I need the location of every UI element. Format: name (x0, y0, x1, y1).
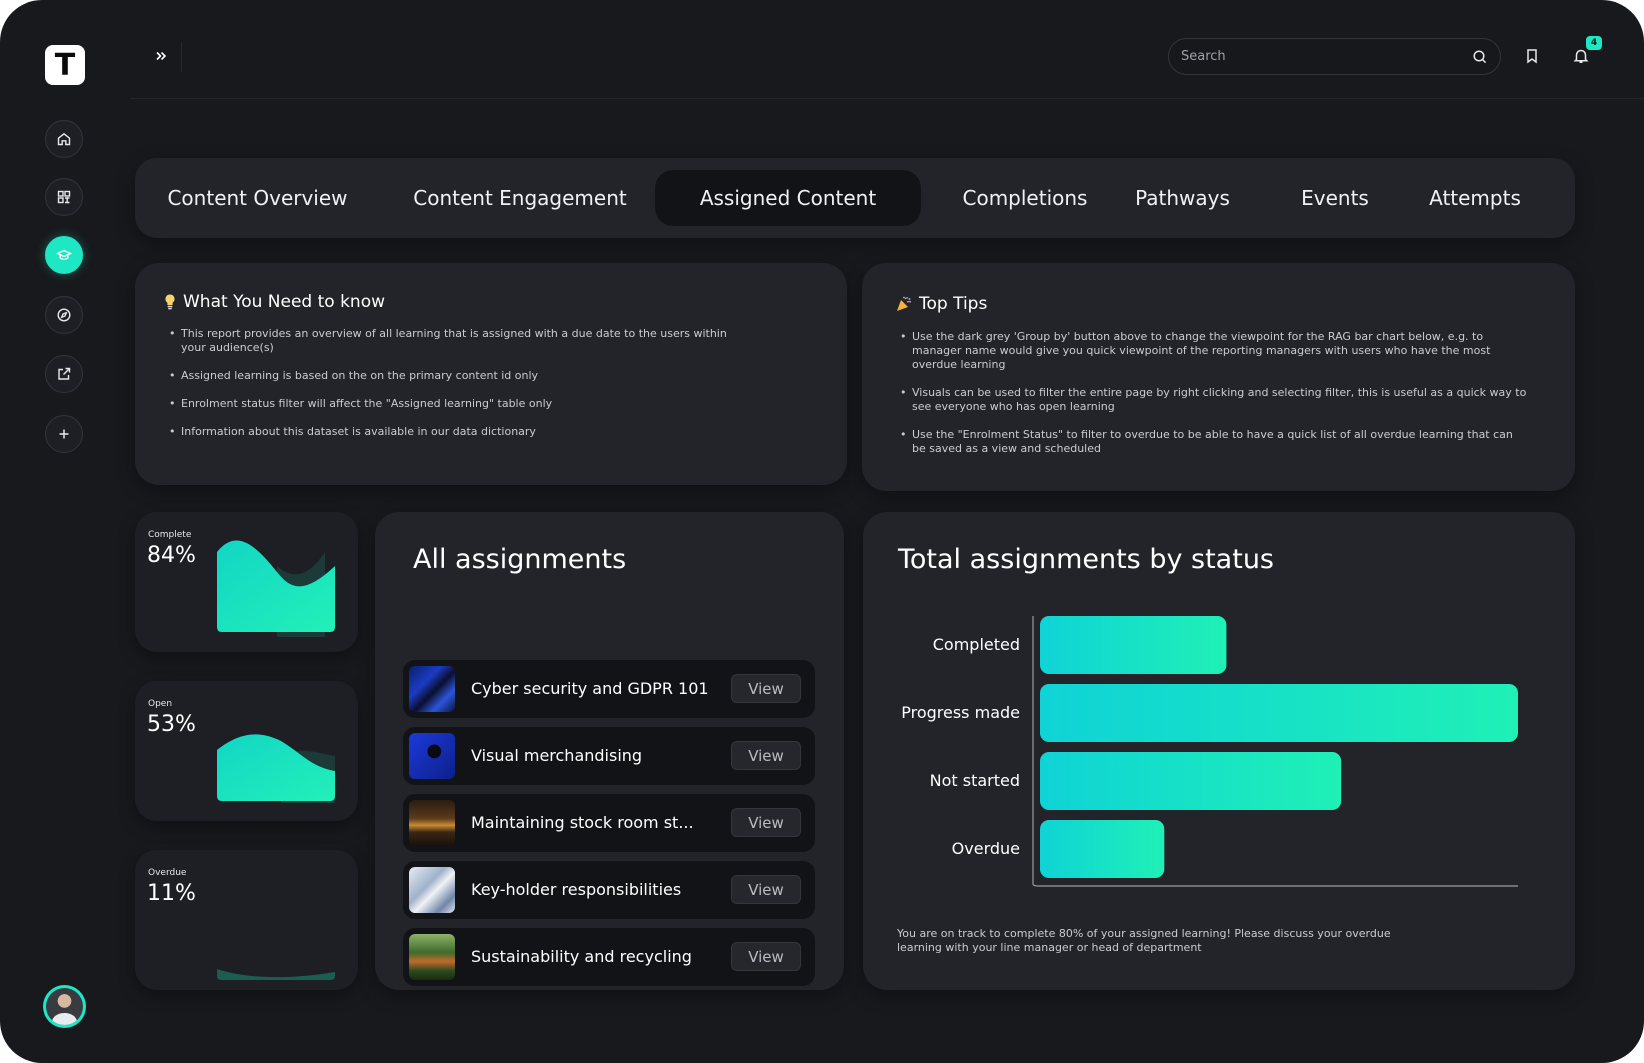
status-footnote: You are on track to complete 80% of your… (897, 927, 1391, 954)
list-item: Visuals can be used to filter the entire… (900, 386, 1530, 414)
bar-completed[interactable] (1040, 616, 1227, 674)
search-bar[interactable] (1168, 38, 1501, 75)
tab-content-overview[interactable]: Content Overview (160, 170, 355, 226)
sidebar-item-add[interactable] (45, 415, 83, 453)
sidebar-item-explore[interactable] (45, 296, 83, 334)
user-avatar[interactable] (43, 985, 86, 1028)
stat-card-overdue[interactable]: Overdue 11% (135, 850, 358, 990)
top-tips-title: Top Tips (919, 294, 988, 314)
topbar-divider (181, 42, 182, 72)
complete-sparkline (217, 540, 335, 637)
assignment-row[interactable]: Sustainability and recycling View (403, 928, 815, 986)
tab-content-engagement[interactable]: Content Engagement (405, 170, 635, 226)
stat-label: Complete (148, 530, 192, 540)
stat-card-open[interactable]: Open 53% (135, 681, 358, 821)
header-divider (130, 98, 1644, 99)
need-to-know-list: This report provides an overview of all … (169, 327, 739, 453)
sidebar: T (0, 0, 130, 1063)
open-sparkline (217, 734, 335, 803)
thumbnail-cyber-security (409, 666, 455, 712)
status-chart-title: Total assignments by status (898, 544, 1274, 575)
assignment-name: Maintaining stock room st... (471, 813, 694, 832)
search-icon[interactable] (1472, 49, 1488, 65)
assignment-row[interactable]: Visual merchandising View (403, 727, 815, 785)
search-input[interactable] (1181, 49, 1472, 64)
graduation-cap-icon (56, 249, 72, 261)
status-bar-chart (1032, 616, 1518, 887)
list-item: This report provides an overview of all … (169, 327, 739, 355)
assignment-name: Sustainability and recycling (471, 947, 692, 966)
stat-value: 84% (147, 543, 196, 568)
overdue-sparkline (217, 969, 335, 980)
bar-label: Not started (929, 771, 1020, 790)
compass-icon (57, 308, 71, 322)
app-logo[interactable]: T (45, 45, 85, 85)
avatar-photo (46, 988, 83, 1025)
view-button[interactable]: View (731, 674, 801, 703)
top-tips-card: Top Tips Use the dark grey 'Group by' bu… (862, 263, 1575, 491)
bell-icon[interactable] (1572, 47, 1590, 65)
home-icon (57, 132, 71, 146)
tab-bar: Content Overview Content Engagement Assi… (135, 158, 1575, 238)
top-tips-list: Use the dark grey 'Group by' button abov… (900, 330, 1530, 470)
bar-progress-made[interactable] (1040, 684, 1518, 742)
list-item: Use the dark grey 'Group by' button abov… (900, 330, 1530, 372)
bar-not-started[interactable] (1040, 752, 1342, 810)
thumbnail-sustainability (409, 934, 455, 980)
view-button[interactable]: View (731, 875, 801, 904)
assignment-row[interactable]: Cyber security and GDPR 101 View (403, 660, 815, 718)
tab-events[interactable]: Events (1290, 170, 1380, 226)
bookmark-icon[interactable] (1523, 47, 1541, 65)
bar-label: Completed (932, 635, 1020, 654)
stat-value: 11% (147, 881, 196, 906)
external-link-icon (58, 367, 71, 380)
view-button[interactable]: View (731, 808, 801, 837)
assignment-name: Key-holder responsibilities (471, 880, 682, 899)
list-item: Assigned learning is based on the on the… (169, 369, 739, 383)
sidebar-item-home[interactable] (45, 120, 83, 158)
list-item: Use the "Enrolment Status" to filter to … (900, 428, 1530, 456)
tab-pathways[interactable]: Pathways (1125, 170, 1240, 226)
top-tips-heading: Top Tips (895, 294, 987, 314)
stat-label: Open (148, 699, 173, 709)
view-button[interactable]: View (731, 741, 801, 770)
need-to-know-heading: What You Need to know (163, 292, 385, 312)
bar-label: Overdue (951, 839, 1020, 858)
tab-completions[interactable]: Completions (950, 170, 1100, 226)
bar-label: Progress made (901, 703, 1020, 722)
assignment-name: Cyber security and GDPR 101 (471, 679, 709, 698)
tab-assigned-content[interactable]: Assigned Content (655, 170, 921, 226)
tab-attempts[interactable]: Attempts (1410, 170, 1540, 226)
bar-overdue[interactable] (1040, 820, 1165, 878)
list-item: Information about this dataset is availa… (169, 425, 739, 439)
stat-label: Overdue (148, 868, 187, 878)
logo-letter: T (54, 47, 76, 83)
party-popper-icon (897, 296, 912, 311)
dashboard-icon (57, 190, 71, 204)
thumbnail-stock-room (409, 800, 455, 846)
thumbnail-key-holder (409, 867, 455, 913)
list-item: Enrolment status filter will affect the … (169, 397, 739, 411)
lightbulb-icon (165, 294, 175, 310)
need-to-know-title: What You Need to know (183, 292, 385, 312)
app-frame: T 4 (0, 0, 1644, 1063)
notification-badge: 4 (1586, 36, 1602, 50)
assignment-row[interactable]: Key-holder responsibilities View (403, 861, 815, 919)
stat-card-complete[interactable]: Complete 84% (135, 512, 358, 652)
sidebar-item-dashboard[interactable] (45, 178, 83, 216)
plus-icon (59, 429, 69, 439)
chevrons-right-icon (156, 51, 167, 61)
view-button[interactable]: View (731, 942, 801, 971)
thumbnail-visual-merchandising (409, 733, 455, 779)
sidebar-item-learning[interactable] (45, 236, 83, 274)
need-to-know-card: What You Need to know This report provid… (135, 263, 847, 485)
assignment-row[interactable]: Maintaining stock room st... View (403, 794, 815, 852)
all-assignments-title: All assignments (413, 544, 627, 575)
assignment-name: Visual merchandising (471, 746, 643, 765)
sidebar-item-share[interactable] (45, 355, 83, 393)
expand-sidebar-button[interactable] (150, 45, 172, 67)
stat-value: 53% (147, 712, 196, 737)
